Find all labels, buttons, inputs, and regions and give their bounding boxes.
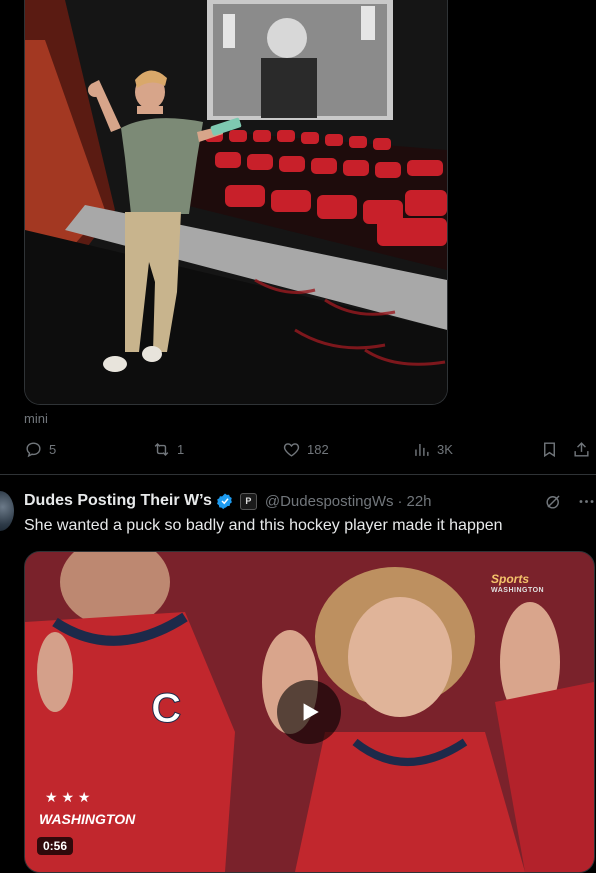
views-button[interactable]: 3K — [412, 440, 453, 459]
display-name[interactable]: Dudes Posting Their W’s — [24, 492, 212, 510]
like-icon — [283, 443, 300, 457]
reply-count: 5 — [49, 442, 57, 457]
reply-button[interactable]: 5 — [24, 440, 56, 459]
repost-icon — [154, 442, 169, 457]
reply-icon — [26, 442, 41, 458]
repost-button[interactable]: 1 — [152, 440, 184, 459]
tweet-photo[interactable] — [24, 0, 448, 405]
tweet-header: Dudes Posting Their W’s P @DudespostingW… — [24, 492, 432, 510]
avatar[interactable] — [0, 491, 14, 531]
share-icon — [574, 442, 589, 457]
timestamp[interactable]: 22h — [407, 493, 432, 510]
views-count: 3K — [437, 442, 453, 457]
tweet-top-actions — [544, 492, 596, 511]
channel-logo: Sports WASHINGTON — [491, 572, 545, 596]
like-button[interactable]: 182 — [282, 440, 329, 459]
tweet-divider — [0, 474, 596, 475]
jersey-captain-letter: C — [151, 684, 181, 731]
verified-icon[interactable] — [216, 492, 234, 510]
share-button[interactable] — [572, 440, 591, 459]
media-caption: mini — [24, 411, 48, 426]
tweet-action-bar: 5 1 182 3K — [24, 440, 596, 464]
play-icon — [303, 703, 319, 721]
affiliation-badge[interactable]: P — [239, 492, 257, 510]
video-duration: 0:56 — [37, 837, 74, 855]
tweet-text: She wanted a puck so badly and this hock… — [24, 517, 503, 534]
channel-logo-text: Sports — [491, 572, 530, 586]
views-icon — [415, 443, 429, 456]
separator-dot: · — [397, 492, 403, 510]
bookmark-icon — [544, 442, 555, 458]
handle[interactable]: @DudespostingWs — [265, 493, 394, 510]
play-button[interactable] — [277, 680, 341, 744]
bookmark-button[interactable] — [540, 440, 559, 459]
like-count: 182 — [307, 442, 329, 457]
svg-text:★ ★ ★: ★ ★ ★ — [45, 789, 90, 805]
jersey-text: WASHINGTON — [39, 811, 136, 827]
photo-cinema-scene — [25, 0, 447, 404]
video-player[interactable]: C WASHINGTON ★ ★ ★ Sports WASHINGTON 0:5… — [24, 551, 595, 873]
repost-count: 1 — [177, 442, 185, 457]
more-icon[interactable] — [577, 492, 596, 511]
channel-logo-sub: WASHINGTON — [491, 587, 545, 594]
grok-icon[interactable] — [544, 492, 563, 511]
